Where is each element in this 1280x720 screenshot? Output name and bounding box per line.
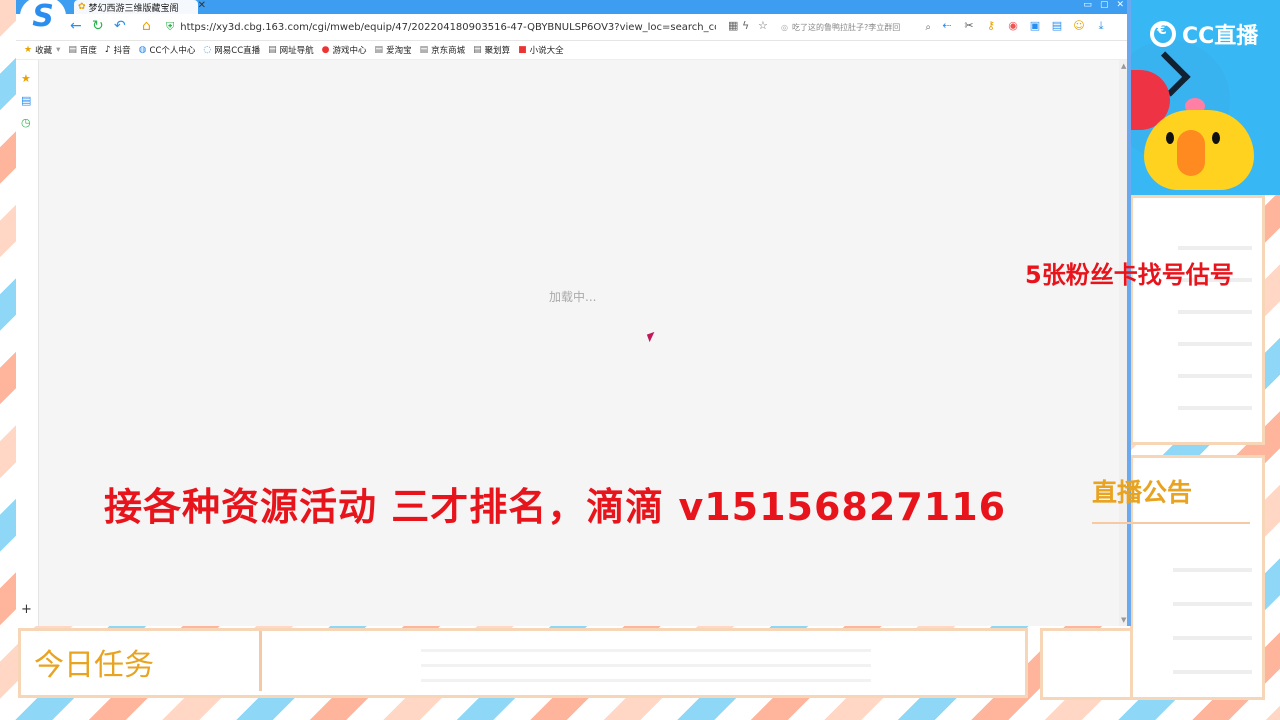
- add-sidebar-button[interactable]: +: [21, 602, 32, 617]
- game-icon: ●: [321, 45, 330, 55]
- page-icon: ▤: [68, 45, 77, 55]
- task-panel: [18, 628, 1028, 698]
- ext-back-icon[interactable]: ⇠: [941, 19, 953, 33]
- address-bar[interactable]: ⛨ https://xy3d.cbg.163.com/cgi/mweb/equi…: [166, 18, 716, 36]
- tab-close-icon[interactable]: ✕: [198, 0, 206, 11]
- browser-window: ✿ 梦幻西游三维版藏宝阁 ✕ ▭ ▢ ✕ S ← ↻ ↶ ⌂ ⛨ https:/…: [16, 0, 1130, 626]
- lightning-icon[interactable]: ϟ: [742, 18, 749, 34]
- cc-live-icon: ◌: [203, 45, 212, 55]
- bookmark-item[interactable]: ▤ 聚划算: [473, 44, 510, 56]
- reader-icon[interactable]: ▤: [21, 94, 31, 107]
- close-window-icon[interactable]: ✕: [1116, 0, 1124, 14]
- notice-title: 直播公告: [1092, 478, 1193, 507]
- home-icon[interactable]: ⌂: [142, 18, 151, 34]
- bookmark-item[interactable]: ● 游戏中心: [322, 44, 367, 56]
- task-title: 今日任务: [34, 648, 154, 683]
- douyin-icon: ♪: [104, 45, 111, 55]
- scroll-up-icon[interactable]: ▲: [1121, 62, 1126, 70]
- ad-banner-text: 接各种资源活动 三才排名，滴滴 v15156827116: [104, 485, 1007, 529]
- history-clock-icon[interactable]: ◷: [21, 116, 31, 129]
- extension-icons: ⇠ ✂ ⚷ ◉ ▣ ▤ ☺ ⤓: [941, 19, 1107, 33]
- navigation-toolbar: ← ↻ ↶ ⌂ ⛨ https://xy3d.cbg.163.com/cgi/m…: [16, 14, 1130, 41]
- right-info-panel: [1130, 195, 1265, 445]
- window-edge: [1127, 0, 1131, 626]
- chevron-down-icon: ▾: [56, 45, 61, 55]
- window-ext-icon[interactable]: ▣: [1029, 19, 1041, 33]
- search-engine-icon: ◎: [781, 22, 788, 32]
- bookmark-item[interactable]: ◍ CC个人中心: [139, 44, 196, 56]
- tab-cbg[interactable]: ✿ 梦幻西游三维版藏宝阁 ✕: [74, 0, 206, 14]
- page-icon: ▤: [473, 45, 482, 55]
- download-icon[interactable]: ⤓: [1095, 19, 1107, 33]
- scissors-icon[interactable]: ✂: [963, 19, 975, 33]
- key-icon[interactable]: ⚷: [985, 19, 997, 33]
- back-icon[interactable]: ←: [70, 18, 82, 34]
- screen-ext-icon[interactable]: ▤: [1051, 19, 1063, 33]
- url-text: https://xy3d.cbg.163.com/cgi/mweb/equip/…: [180, 21, 716, 33]
- search-icon[interactable]: ⌕: [925, 22, 931, 33]
- bookmark-item[interactable]: ■ 小说大全: [518, 44, 564, 56]
- qr-icon[interactable]: ▦: [728, 18, 738, 34]
- duck-eye-left: [1166, 132, 1174, 144]
- bookmark-item[interactable]: ▤ 百度: [68, 44, 97, 56]
- bookmarks-bar: ★ 收藏 ▾ ▤ 百度 ♪ 抖音 ◍ CC个人中心 ◌ 网易CC直播 ▤ 网址导航 ● 游戏中心…: [16, 41, 1130, 60]
- cc-logo-icon: [1150, 21, 1176, 47]
- page-icon: ▤: [419, 45, 429, 55]
- page-icon: ▤: [268, 45, 277, 55]
- window-controls: ▭ ▢ ✕: [1083, 0, 1124, 14]
- secure-shield-icon: ⛨: [166, 20, 175, 33]
- duck-eye-right: [1212, 132, 1220, 144]
- favorites-star-icon[interactable]: ★: [21, 72, 31, 85]
- cc-brand-text: CC直播: [1182, 24, 1259, 49]
- tab-title: 梦幻西游三维版藏宝阁: [88, 3, 179, 14]
- sidebar: ★ ▤ ◷ +: [16, 60, 39, 626]
- minimize-icon[interactable]: ▭: [1083, 0, 1092, 14]
- page-content: 加载中...: [39, 60, 1119, 626]
- game-ext-icon[interactable]: ◉: [1007, 19, 1019, 33]
- page-icon: ▤: [374, 45, 384, 55]
- search-placeholder: 吃了这的鲁鸭拉肚子?李立群回: [791, 22, 901, 32]
- loading-text: 加载中...: [549, 290, 597, 304]
- duck-beak: [1177, 130, 1205, 176]
- cc-live-logo: CC直播: [1150, 14, 1275, 54]
- task-divider: [259, 631, 262, 691]
- smile-icon[interactable]: ☺: [1073, 19, 1085, 33]
- notice-divider: [1092, 522, 1250, 524]
- search-input[interactable]: ◎ 吃了这的鲁鸭拉肚子?李立群回 ⌕: [781, 18, 931, 36]
- cc-icon: ◍: [138, 45, 147, 55]
- bookmark-item[interactable]: ▤ 京东商城: [420, 44, 466, 56]
- bookmark-item[interactable]: ◌ 网易CC直播: [203, 44, 260, 56]
- bookmark-item[interactable]: ▤ 网址导航: [268, 44, 314, 56]
- bookmark-item[interactable]: ★ 收藏 ▾: [24, 44, 60, 56]
- refresh-icon[interactable]: ↻: [92, 18, 104, 34]
- tab-bar: ✿ 梦幻西游三维版藏宝阁 ✕ ▭ ▢ ✕: [16, 0, 1130, 14]
- cbg-favicon-icon: ✿: [78, 2, 86, 12]
- fan-card-text: 5张粉丝卡找号估号: [1025, 261, 1234, 289]
- novel-icon: ■: [518, 45, 527, 55]
- scroll-down-icon[interactable]: ▼: [1121, 616, 1126, 624]
- undo-icon[interactable]: ↶: [114, 18, 126, 34]
- maximize-icon[interactable]: ▢: [1100, 0, 1109, 14]
- star-icon: ★: [24, 45, 33, 55]
- bookmark-star-icon[interactable]: ☆: [758, 18, 768, 34]
- bookmark-item[interactable]: ♪ 抖音: [105, 44, 131, 56]
- mouse-cursor-icon: [646, 331, 658, 343]
- bookmark-item[interactable]: ▤ 爱淘宝: [375, 44, 412, 56]
